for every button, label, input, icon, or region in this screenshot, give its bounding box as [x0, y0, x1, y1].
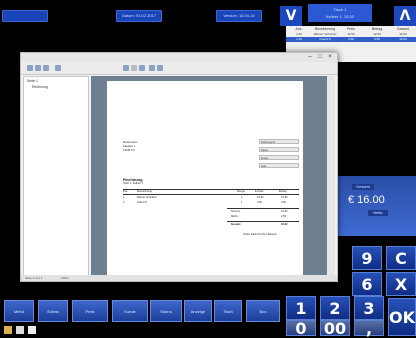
page-status: Seite 1 von 1 — [25, 276, 43, 280]
extras-button[interactable]: Extras — [38, 300, 68, 322]
key-multiply[interactable]: X — [386, 272, 416, 296]
receipt-button[interactable]: Bon — [246, 300, 280, 322]
chevron-down-icon: V — [285, 8, 297, 24]
invoice-subheading: Tisch 1, Kellner 1 — [123, 182, 143, 185]
zoom-icon[interactable] — [149, 65, 155, 71]
row-cell: 1 — [241, 196, 243, 199]
find-icon[interactable] — [157, 65, 163, 71]
grand-total-value: 16.00 — [281, 223, 288, 226]
price-button[interactable]: Preis — [72, 300, 108, 322]
app-icon — [16, 326, 24, 334]
col-header: Menge — [237, 190, 245, 193]
display-button[interactable]: Anzeige — [184, 300, 212, 322]
preview-toolbar — [21, 62, 337, 75]
export-icon[interactable] — [43, 65, 49, 71]
zoom-status: 100% — [61, 276, 69, 280]
col-header: Pos — [123, 190, 128, 193]
status-bar: Seite 1 von 1 100% — [21, 275, 337, 281]
first-page-icon[interactable] — [55, 65, 61, 71]
grid-cell: 3.50 — [348, 37, 354, 41]
total-panel — [338, 176, 416, 236]
key-clear[interactable]: C — [386, 246, 416, 270]
col-header: Bezeichnung — [137, 190, 152, 193]
save-icon[interactable] — [35, 65, 41, 71]
grid-cell: Cola 0,5 — [319, 37, 331, 41]
next-page-icon[interactable] — [139, 65, 145, 71]
info-box: Seite — [259, 163, 299, 168]
chevron-up-icon: Λ — [399, 8, 411, 24]
row-cell: 1 — [241, 201, 243, 204]
key-6[interactable]: 6 — [352, 272, 382, 296]
footer-text: Vielen Dank für Ihren Besuch — [243, 233, 277, 236]
table-button[interactable]: Tisch — [214, 300, 242, 322]
address-line: Hauptstr. 1 — [123, 145, 136, 148]
key-00[interactable]: 00 — [320, 320, 350, 337]
sum-value: 16.00 — [281, 210, 288, 213]
address-line: Mustermann — [123, 141, 138, 144]
version-label: Version: 18.04.15 — [216, 10, 262, 22]
sum-label: Summe — [231, 210, 240, 213]
divider — [123, 194, 299, 195]
scroll-up-button[interactable]: V — [280, 6, 302, 26]
key-9[interactable]: 9 — [352, 246, 382, 270]
print-icon[interactable] — [27, 65, 33, 71]
info-box: Datum — [259, 147, 299, 152]
menu-button[interactable]: Menü — [4, 300, 34, 322]
table-title: Tisch 1 — [333, 7, 347, 12]
window-titlebar[interactable]: – □ × — [21, 53, 337, 62]
table-subtitle: Kellner 1, 15:32 — [325, 14, 355, 19]
close-icon[interactable]: × — [325, 54, 335, 61]
divider — [227, 208, 299, 209]
row-cell: 3.50 — [257, 201, 263, 204]
document-page: Mustermann Hauptstr. 1 12345 Ort Rechnun… — [107, 81, 303, 279]
tax-value: 2.56 — [281, 215, 287, 218]
key-2[interactable]: 2 — [320, 296, 350, 320]
page-number-field[interactable] — [131, 65, 137, 71]
total-amount: € 16.00 — [348, 194, 385, 206]
cancel-button[interactable]: Storno — [150, 300, 182, 322]
net-tag: Netto — [368, 210, 388, 216]
tray-icons — [4, 324, 44, 336]
grid-cell: 16.00 — [399, 37, 407, 41]
table-row-selected[interactable]: 1.00 Cola 0,5 3.50 3.50 16.00 — [286, 37, 416, 42]
col-header: Betrag — [279, 190, 287, 193]
app-icon — [28, 326, 36, 334]
row-cell: Cola 0,5 — [137, 201, 147, 204]
date-label: Datum: 01.02.2017 — [116, 10, 162, 22]
tax-label: MwSt — [231, 215, 238, 218]
vertical-scrollbar[interactable] — [327, 76, 335, 276]
app-icon — [4, 326, 12, 334]
print-preview-window[interactable]: – □ × Seite 1 Rechnung Mustermann Haupts… — [20, 52, 338, 282]
row-cell: 3.50 — [281, 201, 287, 204]
info-box: Kunde — [259, 155, 299, 160]
row-cell: 12.50 — [281, 196, 288, 199]
customer-button[interactable]: Kunde — [112, 300, 148, 322]
tree-item-child[interactable]: Rechnung — [32, 85, 48, 89]
grand-total-label: Gesamt — [231, 223, 241, 226]
divider — [227, 221, 299, 222]
grid-cell: 3.50 — [374, 37, 380, 41]
row-cell: 12.50 — [257, 196, 264, 199]
row-cell: Wiener Schnitzel — [137, 196, 157, 199]
key-3[interactable]: 3 — [354, 296, 384, 320]
row-cell: 1 — [123, 196, 125, 199]
address-line: 12345 Ort — [123, 149, 135, 152]
scroll-down-button[interactable]: Λ — [394, 6, 416, 26]
key-1[interactable]: 1 — [286, 296, 316, 320]
outline-tree[interactable]: Seite 1 Rechnung — [23, 76, 89, 278]
total-tag: Gesamt — [352, 184, 374, 190]
maximize-icon[interactable]: □ — [315, 54, 325, 61]
col-header: E-Preis — [255, 190, 264, 193]
minimize-icon[interactable]: – — [305, 54, 315, 61]
header-label-left — [2, 10, 48, 22]
tree-item-root[interactable]: Seite 1 — [27, 79, 38, 83]
grid-cell: 1.00 — [296, 37, 302, 41]
key-ok[interactable]: OK — [388, 298, 416, 336]
key-0[interactable]: 0 — [286, 320, 316, 337]
row-cell: 2 — [123, 201, 125, 204]
prev-page-icon[interactable] — [123, 65, 129, 71]
key-comma[interactable]: , — [354, 320, 384, 337]
table-status: Tisch 1 Kellner 1, 15:32 — [308, 4, 372, 22]
info-box: Rechnung Nr. — [259, 139, 299, 144]
